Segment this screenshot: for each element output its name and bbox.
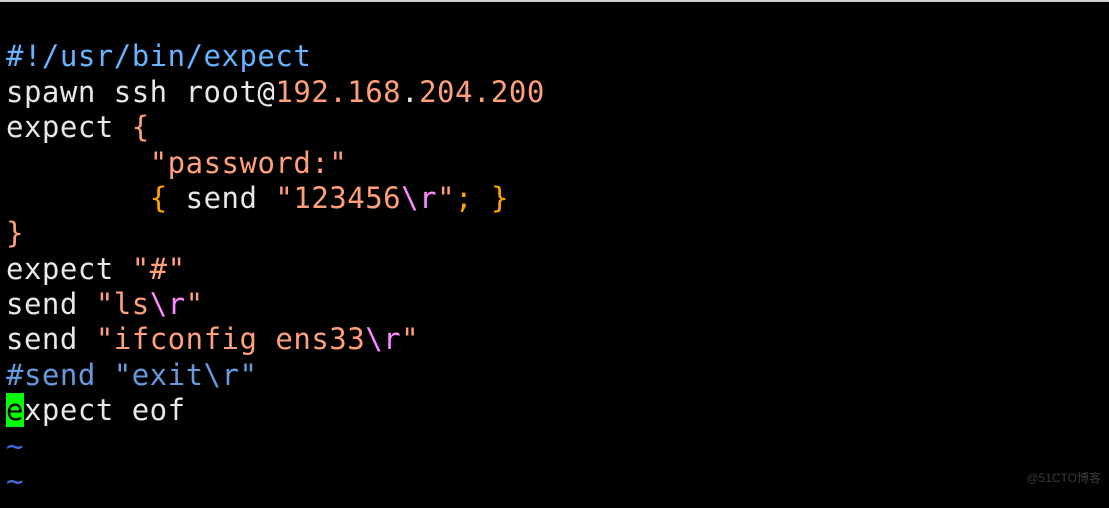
text-cursor: e	[6, 393, 24, 427]
code-line-3: expect {	[6, 110, 150, 144]
watermark-text: @51CTO博客	[1026, 469, 1101, 486]
code-line-10: #send "exit\r"	[6, 358, 257, 392]
code-line-4: "password:"	[6, 146, 347, 180]
code-line-11: expect eof	[6, 393, 186, 427]
terminal-editor[interactable]: #!/usr/bin/expect spawn ssh root@192.168…	[0, 2, 1109, 499]
code-line-7: expect "#"	[6, 252, 186, 286]
code-line-8: send "ls\r"	[6, 287, 204, 321]
code-line-2: spawn ssh root@192.168.204.200	[6, 75, 545, 109]
shebang: #!/usr/bin/expect	[6, 39, 311, 73]
code-line-1: #!/usr/bin/expect	[6, 39, 311, 73]
empty-line-tilde-1: ~	[6, 429, 24, 463]
code-line-6: }	[6, 216, 24, 250]
empty-line-tilde-2: ~	[6, 464, 24, 498]
code-line-9: send "ifconfig ens33\r"	[6, 322, 419, 356]
code-line-5: { send "123456\r"; }	[6, 181, 509, 215]
